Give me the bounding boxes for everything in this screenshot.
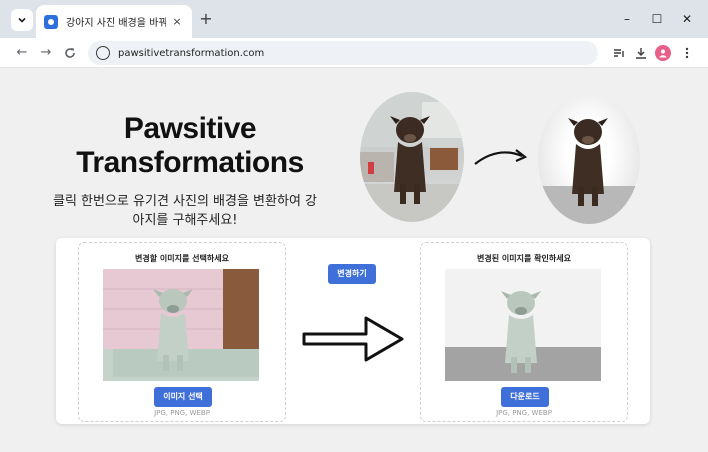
address-bar[interactable]: pawsitivetransformation.com xyxy=(88,41,598,65)
upload-formats: JPG, PNG, WEBP xyxy=(154,409,210,417)
hero-subtitle: 클릭 한번으로 유기견 사진의 배경을 변환하여 강아지를 구해주세요! xyxy=(53,194,317,228)
menu-icon[interactable] xyxy=(678,44,696,62)
maximize-button[interactable]: ☐ xyxy=(646,9,668,29)
site-info-icon[interactable] xyxy=(96,46,110,60)
reload-icon[interactable] xyxy=(60,43,80,63)
before-example-photo xyxy=(360,92,464,222)
favicon-icon xyxy=(44,14,58,29)
converter-card: 변경할 이미지를 선택하세요 이미지 선택 JPG, PNG, WEBP 변경하… xyxy=(56,238,650,424)
minimize-button[interactable]: – xyxy=(616,9,638,29)
tab-search-icon[interactable] xyxy=(11,9,33,31)
browser-toolbar: ← → pawsitivetransformation.com xyxy=(0,38,708,68)
hero-title: Pawsitive Transformations xyxy=(76,112,304,179)
result-panel: 변경된 이미지를 확인하세요 다운로드 JPG, PNG, WEBP xyxy=(420,242,628,422)
convert-button[interactable]: 변경하기 xyxy=(328,264,376,284)
back-icon[interactable]: ← xyxy=(12,43,32,63)
browser-tab[interactable]: 강아지 사진 배경을 바꿔보세요! × xyxy=(36,5,192,38)
download-button[interactable]: 다운로드 xyxy=(501,387,549,407)
result-image xyxy=(445,269,601,381)
upload-title: 변경할 이미지를 선택하세요 xyxy=(135,254,229,263)
reading-list-icon[interactable] xyxy=(610,44,628,62)
url-text: pawsitivetransformation.com xyxy=(118,47,265,59)
forward-icon[interactable]: → xyxy=(36,43,56,63)
browser-tab-bar: 강아지 사진 배경을 바꿔보세요! × + – ☐ ✕ xyxy=(0,0,708,38)
select-image-button[interactable]: 이미지 선택 xyxy=(154,387,212,407)
page-content: Pawsitive Transformations 클릭 한번으로 유기견 사진… xyxy=(0,68,708,452)
after-example-photo xyxy=(538,94,640,224)
profile-icon[interactable] xyxy=(655,45,671,61)
download-icon[interactable] xyxy=(632,44,650,62)
tab-close-button[interactable]: × xyxy=(170,15,184,28)
result-formats: JPG, PNG, WEBP xyxy=(496,409,552,417)
result-title: 변경된 이미지를 확인하세요 xyxy=(477,254,571,263)
uploaded-image xyxy=(103,269,259,381)
close-window-button[interactable]: ✕ xyxy=(676,9,698,29)
new-tab-button[interactable]: + xyxy=(196,9,216,29)
upload-panel[interactable]: 변경할 이미지를 선택하세요 이미지 선택 JPG, PNG, WEBP xyxy=(78,242,286,422)
tab-title: 강아지 사진 배경을 바꿔보세요! xyxy=(66,18,166,29)
big-right-arrow-icon xyxy=(302,316,404,362)
curved-arrow-icon xyxy=(474,149,528,165)
